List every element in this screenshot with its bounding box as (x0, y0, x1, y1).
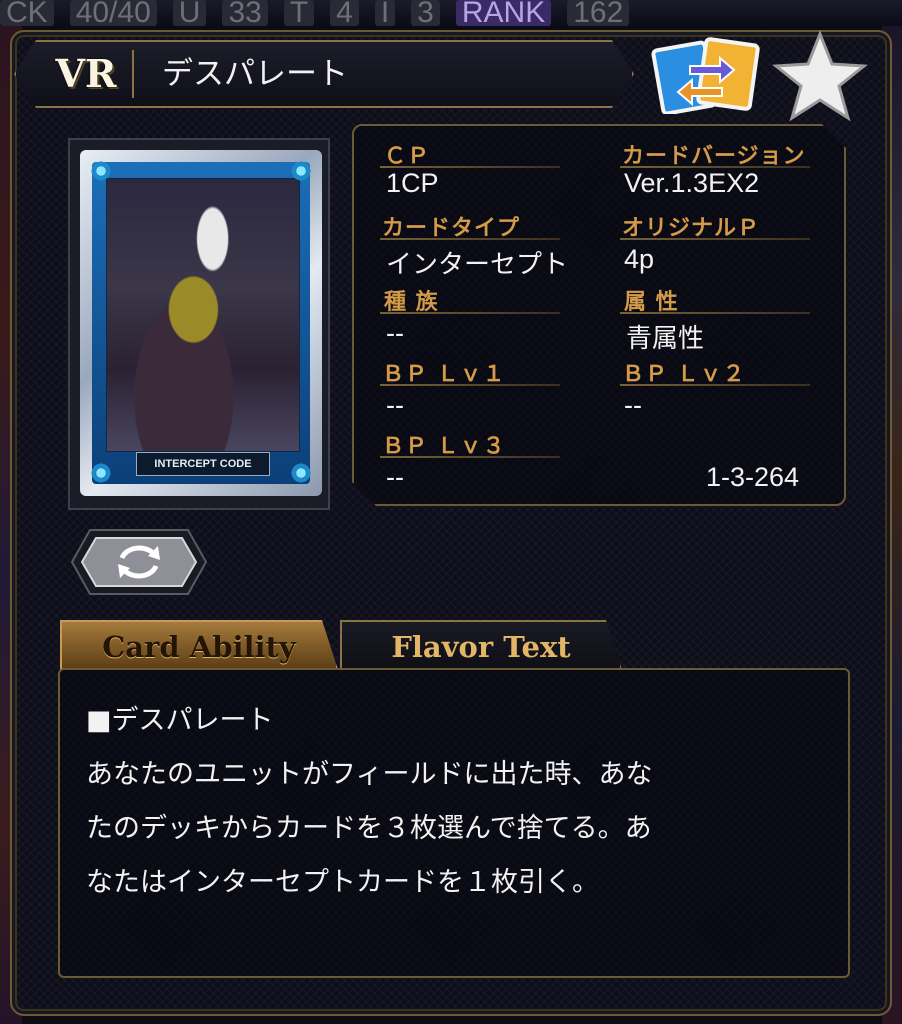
bg-text: RANK (455, 0, 552, 26)
label-underline (380, 312, 560, 314)
bg-text: 40/40 (69, 0, 157, 26)
card-number: 1-3-264 (706, 462, 800, 492)
swap-cards-icon (651, 37, 760, 116)
star-icon (772, 29, 868, 122)
rotate-icon (70, 529, 208, 595)
bp-lv2-value: -- (624, 390, 642, 420)
ability-line: あなたのユニットがフィールドに出た時、あな (86, 759, 653, 790)
favorite-button[interactable] (772, 29, 868, 122)
card-name: デスパレート (162, 56, 348, 92)
race-value: -- (386, 318, 404, 348)
label-underline (620, 384, 810, 386)
attribute-value: 青属性 (626, 324, 705, 354)
bg-text: U (172, 0, 207, 26)
bg-text: 4 (330, 0, 359, 26)
title-divider (132, 50, 134, 98)
rarity-badge: VR (55, 51, 117, 96)
version-value: Ver.1.3EX2 (624, 168, 760, 198)
tab-card-ability[interactable]: Card Ability (60, 620, 338, 670)
label-underline (380, 384, 560, 386)
label-underline (620, 238, 810, 240)
ability-text: ■デスパレート あなたのユニットがフィールドに出た時、あな たのデッキからカード… (86, 694, 816, 910)
bg-text: 162 (567, 0, 630, 26)
flip-card-button[interactable] (70, 528, 208, 596)
card-type-label: INTERCEPT CODE (136, 452, 270, 476)
bp-lv1-value: -- (386, 390, 404, 420)
card-corner-gem (290, 160, 312, 182)
card-type-value: インターセプト (386, 250, 569, 280)
title-bar-content: VR デスパレート (14, 40, 634, 108)
ability-line: なたはインターセプトカードを１枚引く。 (86, 867, 599, 898)
card-corner-gem (90, 462, 112, 484)
bg-text: CK (0, 0, 54, 26)
tab-flavor-text[interactable]: Flavor Text (340, 620, 622, 670)
swap-cards-button[interactable] (650, 36, 762, 116)
bg-text: 33 (222, 0, 268, 26)
ability-line: たのデッキからカードを３枚選んで捨てる。あ (86, 813, 652, 844)
bg-text: I (374, 0, 396, 26)
cp-value: 1CP (386, 168, 439, 198)
bg-text: T (283, 0, 315, 26)
original-p-value: 4p (624, 244, 655, 274)
card-corner-gem (90, 160, 112, 182)
label-underline (380, 238, 560, 240)
card-corner-gem (290, 462, 312, 484)
bp-lv3-value: -- (386, 462, 404, 492)
bg-text: 3 (411, 0, 440, 26)
background-status-strip: CK 40/40 U 33 T 4 I 3 RANK 162 (0, 0, 902, 26)
card-illustration[interactable] (106, 178, 300, 452)
label-underline (380, 456, 560, 458)
ability-line: ■デスパレート (86, 705, 274, 736)
label-underline (620, 312, 810, 314)
